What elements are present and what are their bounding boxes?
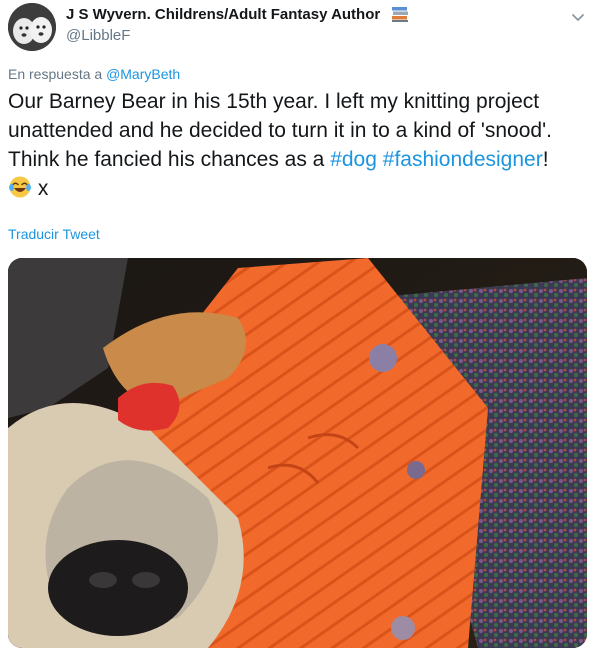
author-name[interactable]: J S Wyvern. Childrens/Adult Fantasy Auth… — [66, 6, 380, 23]
tweet-text-exclaim: ! — [542, 148, 549, 171]
tweet-text-end: x — [32, 177, 49, 200]
dog-photo — [8, 258, 587, 648]
tweet-header: J S Wyvern. Childrens/Adult Fantasy Auth… — [0, 0, 599, 60]
chevron-down-icon[interactable] — [568, 7, 588, 27]
author-handle[interactable]: @LibbleF — [66, 27, 130, 44]
avatar[interactable] — [8, 3, 56, 51]
tweet-photo[interactable] — [8, 258, 587, 648]
translate-tweet-link[interactable]: Traducir Tweet — [8, 226, 100, 242]
reply-mention-link[interactable]: @MaryBeth — [106, 66, 180, 82]
tweet-text: Our Barney Bear in his 15th year. I left… — [8, 87, 593, 203]
reply-prefix: En respuesta a — [8, 66, 103, 82]
reply-context: En respuesta a @MaryBeth — [8, 66, 180, 82]
laughing-tears-icon — [9, 176, 31, 198]
hashtag-dog-link[interactable]: #dog — [330, 148, 377, 171]
books-icon — [392, 7, 408, 22]
hashtag-fashiondesigner-link[interactable]: #fashiondesigner — [383, 148, 543, 171]
